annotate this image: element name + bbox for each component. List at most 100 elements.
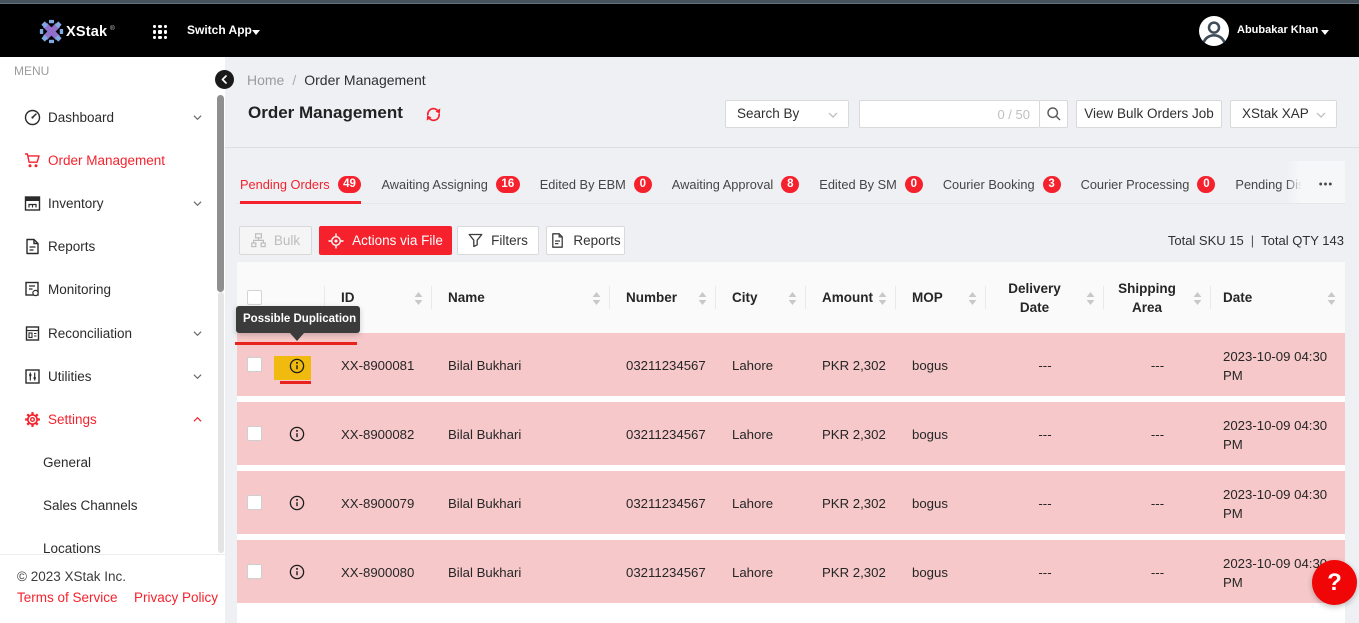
bulk-button[interactable]: Bulk [239, 226, 312, 255]
table-cell [237, 473, 325, 534]
tooltip: Possible Duplication [236, 306, 360, 333]
actions-via-file-button[interactable]: Actions via File [319, 226, 452, 255]
sidebar-item-utilities[interactable]: Utilities [0, 355, 225, 398]
switch-app-caret-icon [252, 30, 260, 35]
collapse-sidebar-button[interactable] [215, 70, 234, 89]
xstak-logo-icon [39, 19, 64, 44]
file-text-icon [550, 233, 565, 248]
reports-button[interactable]: Reports [546, 226, 625, 255]
sidebar-item-dashboard[interactable]: Dashboard [0, 96, 225, 139]
sort-carets-icon[interactable] [878, 292, 887, 305]
table-cell: PKR 2,302 [806, 335, 896, 396]
tab-awaiting-assigning[interactable]: Awaiting Assigning16 [381, 161, 519, 204]
tab-courier-processing[interactable]: Courier Processing0 [1081, 161, 1216, 204]
help-button[interactable]: ? [1312, 560, 1357, 605]
header-delivery-date[interactable]: Delivery Date [986, 262, 1104, 333]
cell-delivery: --- [1038, 358, 1051, 373]
terms-link[interactable]: Terms of Service [17, 590, 118, 605]
privacy-link[interactable]: Privacy Policy [134, 590, 218, 605]
sidebar-scrollbar-thumb[interactable] [217, 95, 224, 292]
main-content: Home/Order Management Order Management S… [225, 57, 1359, 623]
header-name[interactable]: Name [432, 262, 610, 333]
duplication-info-icon[interactable] [289, 358, 305, 374]
header-date[interactable]: Date [1211, 262, 1345, 333]
tab-edited-by-ebm[interactable]: Edited By EBM0 [540, 161, 652, 204]
reports-icon [24, 238, 41, 255]
app-select[interactable]: XStak XAP [1230, 100, 1337, 128]
monitoring-icon [24, 281, 41, 298]
sort-carets-icon[interactable] [698, 292, 707, 305]
cell-shipping: --- [1151, 496, 1164, 511]
search-input[interactable]: 0 / 50 [859, 100, 1040, 128]
sort-carets-icon[interactable] [788, 292, 797, 305]
table-cell: Bilal Bukhari [432, 542, 610, 603]
view-bulk-orders-button[interactable]: View Bulk Orders Job [1076, 100, 1222, 128]
chevron-down-icon [193, 199, 202, 208]
sidebar-item-monitoring[interactable]: Monitoring [0, 268, 225, 311]
sort-carets-icon[interactable] [1086, 292, 1095, 305]
filters-button[interactable]: Filters [457, 226, 539, 255]
row-checkbox[interactable] [247, 564, 262, 579]
breadcrumb-home[interactable]: Home [247, 72, 284, 88]
select-all-checkbox[interactable] [247, 290, 262, 305]
table-row[interactable]: XX-8900080 Bilal Bukhari 03211234567 Lah… [237, 540, 1345, 603]
tab-pending-orders[interactable]: Pending Orders49 [240, 161, 361, 204]
table-row[interactable]: XX-8900081 Bilal Bukhari 03211234567 Lah… [237, 333, 1345, 396]
tab-courier-booking[interactable]: Courier Booking3 [943, 161, 1061, 204]
table-cell: --- [986, 473, 1104, 534]
row-checkbox[interactable] [247, 426, 262, 441]
sidebar-scrollbar-track[interactable] [218, 292, 224, 553]
cluster-icon [251, 233, 266, 248]
cell-name: Bilal Bukhari [432, 565, 521, 580]
table-row[interactable]: XX-8900082 Bilal Bukhari 03211234567 Lah… [237, 402, 1345, 465]
duplication-info-icon[interactable] [289, 564, 305, 580]
table-header: ID Name Number City Amount [237, 262, 1345, 333]
search-by-select[interactable]: Search By [725, 100, 849, 128]
duplication-info-icon[interactable] [289, 495, 305, 511]
aim-icon [328, 233, 344, 249]
sort-carets-icon[interactable] [414, 292, 423, 305]
search-icon [1046, 106, 1062, 122]
table-row[interactable]: XX-8900079 Bilal Bukhari 03211234567 Lah… [237, 471, 1345, 534]
header-number[interactable]: Number [610, 262, 716, 333]
sidebar-item-settings[interactable]: Settings [0, 398, 225, 441]
sort-carets-icon[interactable] [592, 292, 601, 305]
inventory-icon [24, 195, 41, 212]
user-name[interactable]: Abubakar Khan [1237, 4, 1318, 57]
header-shipping-area[interactable]: Shipping Area [1104, 262, 1211, 333]
sidebar-item-sales-channels[interactable]: Sales Channels [0, 484, 225, 527]
table-cell: Bilal Bukhari [432, 335, 610, 396]
tab-awaiting-approval[interactable]: Awaiting Approval8 [672, 161, 800, 204]
duplication-info-icon[interactable] [289, 426, 305, 442]
header-amount[interactable]: Amount [806, 262, 896, 333]
row-checkbox[interactable] [247, 357, 262, 372]
sidebar-item-reconciliation[interactable]: Reconciliation [0, 311, 225, 354]
refresh-icon[interactable] [426, 107, 441, 122]
sidebar-item-order-management[interactable]: Order Management [0, 139, 225, 182]
tabs-more-button[interactable] [1319, 182, 1332, 186]
row-checkbox[interactable] [247, 495, 262, 510]
switch-app-button[interactable]: Switch App [187, 4, 252, 57]
header-mop[interactable]: MOP [896, 262, 986, 333]
app-grid-icon[interactable] [153, 25, 168, 40]
sidebar-item-inventory[interactable]: Inventory [0, 182, 225, 225]
select-chevron-icon [1316, 112, 1326, 118]
cell-shipping: --- [1151, 427, 1164, 442]
cell-delivery: --- [1038, 565, 1051, 580]
table-cell: Bilal Bukhari [432, 404, 610, 465]
brand-trademark: ® [110, 25, 115, 32]
tabs-fade [1286, 161, 1302, 203]
sidebar-item-reports[interactable]: Reports [0, 225, 225, 268]
header-city[interactable]: City [716, 262, 806, 333]
tooltip-arrow [290, 333, 304, 341]
sort-carets-icon[interactable] [1193, 292, 1202, 305]
char-counter: 0 / 50 [997, 107, 1030, 122]
search-button[interactable] [1039, 100, 1068, 128]
sort-carets-icon[interactable] [1327, 292, 1336, 305]
sort-carets-icon[interactable] [968, 292, 977, 305]
avatar[interactable] [1199, 16, 1229, 46]
tab-edited-by-sm[interactable]: Edited By SM0 [819, 161, 923, 204]
cell-mop: bogus [896, 496, 948, 511]
tab-badge: 0 [905, 176, 923, 194]
sidebar-item-general[interactable]: General [0, 441, 225, 484]
